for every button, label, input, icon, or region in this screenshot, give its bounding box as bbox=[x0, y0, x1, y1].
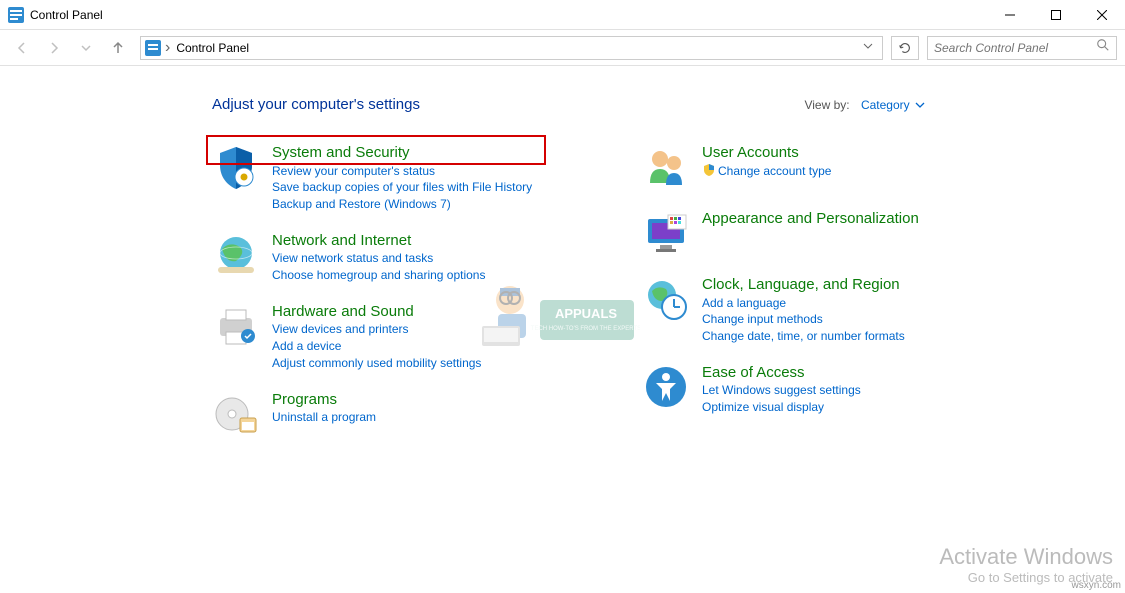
categories-right-column: User Accounts Change account type Appear… bbox=[642, 143, 992, 438]
add-device-link[interactable]: Add a device bbox=[272, 338, 481, 355]
source-url: wsxyn.com bbox=[1072, 580, 1121, 591]
view-by: View by: Category bbox=[804, 98, 925, 112]
mobility-settings-link[interactable]: Adjust commonly used mobility settings bbox=[272, 355, 481, 372]
users-icon bbox=[642, 143, 690, 191]
category-appearance: Appearance and Personalization bbox=[642, 209, 992, 257]
control-panel-icon bbox=[8, 7, 24, 23]
suggest-settings-link[interactable]: Let Windows suggest settings bbox=[702, 382, 861, 399]
address-dropdown-icon[interactable] bbox=[862, 39, 878, 57]
network-internet-link[interactable]: Network and Internet bbox=[272, 231, 485, 251]
appearance-link[interactable]: Appearance and Personalization bbox=[702, 209, 919, 229]
window-titlebar: Control Panel bbox=[0, 0, 1125, 30]
category-programs: Programs Uninstall a program bbox=[212, 390, 562, 438]
backup-restore-link[interactable]: Backup and Restore (Windows 7) bbox=[272, 196, 532, 213]
recent-dropdown[interactable] bbox=[72, 34, 100, 62]
control-panel-small-icon bbox=[145, 40, 161, 56]
search-input[interactable] bbox=[934, 41, 1096, 55]
globe-icon bbox=[212, 231, 260, 279]
homegroup-link[interactable]: Choose homegroup and sharing options bbox=[272, 267, 485, 284]
content-area: Adjust your computer's settings View by:… bbox=[0, 66, 1125, 438]
system-security-link[interactable]: System and Security bbox=[272, 143, 532, 163]
refresh-button[interactable] bbox=[891, 36, 919, 60]
uninstall-link[interactable]: Uninstall a program bbox=[272, 409, 376, 426]
search-box[interactable] bbox=[927, 36, 1117, 60]
forward-button[interactable] bbox=[40, 34, 68, 62]
date-time-formats-link[interactable]: Change date, time, or number formats bbox=[702, 328, 905, 345]
ease-of-access-icon bbox=[642, 363, 690, 411]
maximize-button[interactable] bbox=[1033, 0, 1079, 29]
back-button[interactable] bbox=[8, 34, 36, 62]
page-heading: Adjust your computer's settings bbox=[212, 96, 420, 113]
close-button[interactable] bbox=[1079, 0, 1125, 29]
breadcrumb[interactable]: Control Panel bbox=[176, 41, 862, 55]
activate-title: Activate Windows bbox=[939, 544, 1113, 570]
category-user-accounts: User Accounts Change account type bbox=[642, 143, 992, 191]
clock-globe-icon bbox=[642, 275, 690, 323]
categories-left-column: System and Security Review your computer… bbox=[212, 143, 562, 438]
add-language-link[interactable]: Add a language bbox=[702, 295, 905, 312]
up-button[interactable] bbox=[104, 34, 132, 62]
category-ease-of-access: Ease of Access Let Windows suggest setti… bbox=[642, 363, 992, 416]
shield-icon bbox=[212, 143, 260, 191]
activate-windows-watermark: Activate Windows Go to Settings to activ… bbox=[939, 544, 1113, 585]
breadcrumb-separator: › bbox=[165, 39, 170, 57]
category-clock-language: Clock, Language, and Region Add a langua… bbox=[642, 275, 992, 345]
uac-shield-icon bbox=[702, 163, 716, 177]
clock-language-link[interactable]: Clock, Language, and Region bbox=[702, 275, 905, 295]
search-icon[interactable] bbox=[1096, 38, 1110, 57]
printer-icon bbox=[212, 302, 260, 350]
user-accounts-link[interactable]: User Accounts bbox=[702, 143, 831, 163]
review-status-link[interactable]: Review your computer's status bbox=[272, 163, 532, 180]
view-by-label: View by: bbox=[804, 98, 849, 112]
devices-printers-link[interactable]: View devices and printers bbox=[272, 321, 481, 338]
category-hardware: Hardware and Sound View devices and prin… bbox=[212, 302, 562, 372]
window-title: Control Panel bbox=[30, 8, 987, 22]
programs-link[interactable]: Programs bbox=[272, 390, 376, 410]
visual-display-link[interactable]: Optimize visual display bbox=[702, 399, 861, 416]
address-bar[interactable]: › Control Panel bbox=[140, 36, 883, 60]
hardware-sound-link[interactable]: Hardware and Sound bbox=[272, 302, 481, 322]
window-controls bbox=[987, 0, 1125, 29]
monitor-icon bbox=[642, 209, 690, 257]
network-status-link[interactable]: View network status and tasks bbox=[272, 250, 485, 267]
category-system-security: System and Security Review your computer… bbox=[212, 143, 562, 213]
minimize-button[interactable] bbox=[987, 0, 1033, 29]
input-methods-link[interactable]: Change input methods bbox=[702, 311, 905, 328]
disc-icon bbox=[212, 390, 260, 438]
navigation-bar: › Control Panel bbox=[0, 30, 1125, 66]
change-account-type-link[interactable]: Change account type bbox=[702, 163, 831, 180]
ease-of-access-link[interactable]: Ease of Access bbox=[702, 363, 861, 383]
file-history-link[interactable]: Save backup copies of your files with Fi… bbox=[272, 179, 532, 196]
category-network: Network and Internet View network status… bbox=[212, 231, 562, 284]
view-by-dropdown[interactable]: Category bbox=[861, 98, 925, 112]
